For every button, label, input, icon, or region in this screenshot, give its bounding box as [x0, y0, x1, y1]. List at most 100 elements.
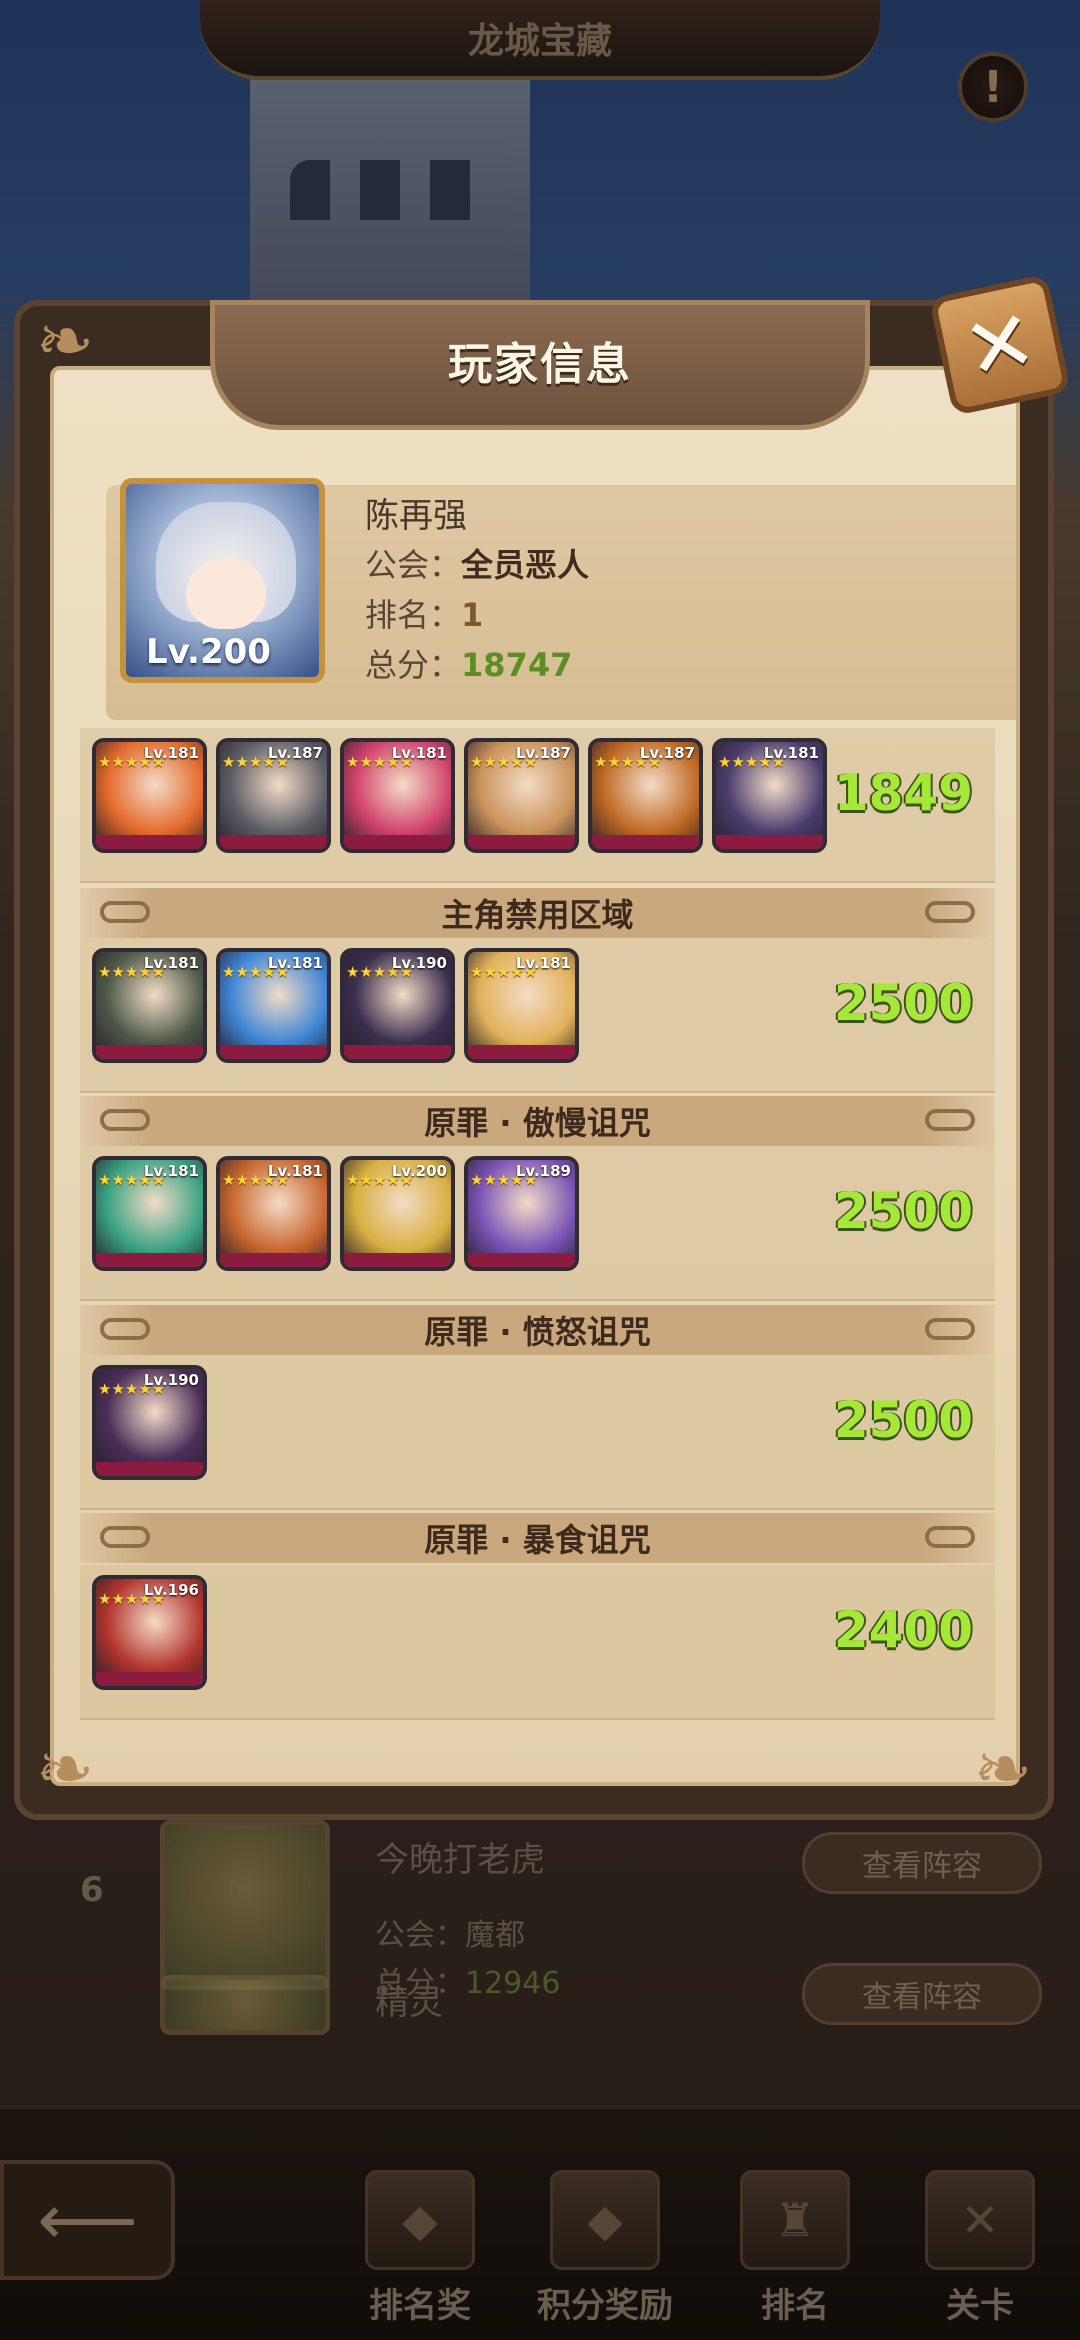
- hero-level: Lv.181: [143, 1162, 199, 1180]
- chain-link-icon: [100, 901, 150, 923]
- hero-level: Lv.181: [267, 1162, 323, 1180]
- section-banner: 原罪 · 暴食诅咒: [80, 1513, 995, 1563]
- player-name: 陈再强: [365, 496, 467, 536]
- star-rating-icon: ★★★★★: [222, 964, 289, 980]
- hero-card[interactable]: ★★★★★Lv.181: [216, 948, 331, 1063]
- rank-line: 排名：1: [365, 596, 484, 634]
- section-title: 原罪 · 傲慢诅咒: [424, 1104, 651, 1142]
- section-score: 1849: [833, 764, 973, 822]
- hero-level: Lv.187: [639, 744, 695, 762]
- star-rating-icon: ★★★★★: [98, 1381, 165, 1397]
- star-rating-icon: ★★★★★: [346, 1172, 413, 1188]
- hero-level: Lv.181: [515, 954, 571, 972]
- hero-level: Lv.196: [143, 1581, 199, 1599]
- hero-level: Lv.181: [267, 954, 323, 972]
- section-score: 2400: [833, 1601, 973, 1659]
- section-banner: 原罪 · 傲慢诅咒: [80, 1096, 995, 1146]
- star-rating-icon: ★★★★★: [594, 754, 661, 770]
- hero-frame-rim: [220, 1253, 327, 1267]
- section-banner: 原罪 · 愤怒诅咒: [80, 1305, 995, 1355]
- section-lineup-row: ★★★★★Lv.196 2400: [80, 1565, 995, 1720]
- hero-card[interactable]: ★★★★★Lv.181: [92, 738, 207, 853]
- corner-ornament-icon: ❧: [35, 1728, 95, 1810]
- close-x-icon[interactable]: ✕: [928, 273, 1072, 417]
- guild-line: 公会：全员恶人: [365, 546, 590, 584]
- hero-card[interactable]: ★★★★★Lv.190: [340, 948, 455, 1063]
- hero-card[interactable]: ★★★★★Lv.187: [464, 738, 579, 853]
- hero-frame-rim: [344, 1253, 451, 1267]
- chain-link-icon: [100, 1526, 150, 1548]
- corner-ornament-icon: ❧: [35, 300, 95, 382]
- hero-frame-rim: [220, 1045, 327, 1059]
- section-score: 2500: [833, 974, 973, 1032]
- hero-card[interactable]: ★★★★★Lv.196: [92, 1575, 207, 1690]
- hero-level: Lv.190: [143, 1371, 199, 1389]
- star-rating-icon: ★★★★★: [98, 754, 165, 770]
- star-rating-icon: ★★★★★: [470, 1172, 537, 1188]
- hero-frame-rim: [592, 835, 699, 849]
- section-lineup-row: ★★★★★Lv.181★★★★★Lv.187★★★★★Lv.181★★★★★Lv…: [80, 728, 995, 883]
- hero-frame-rim: [468, 835, 575, 849]
- hero-level: Lv.187: [267, 744, 323, 762]
- hero-frame-rim: [96, 835, 203, 849]
- chain-link-icon: [925, 1526, 975, 1548]
- star-rating-icon: ★★★★★: [98, 1591, 165, 1607]
- hero-card[interactable]: ★★★★★Lv.181: [92, 1156, 207, 1271]
- star-rating-icon: ★★★★★: [346, 754, 413, 770]
- hero-frame-rim: [468, 1253, 575, 1267]
- hero-frame-rim: [96, 1045, 203, 1059]
- star-rating-icon: ★★★★★: [222, 1172, 289, 1188]
- hero-card[interactable]: ★★★★★Lv.187: [588, 738, 703, 853]
- section-score: 2500: [833, 1182, 973, 1240]
- modal-header: 玩家信息: [210, 300, 870, 430]
- hero-card[interactable]: ★★★★★Lv.181: [216, 1156, 331, 1271]
- chain-link-icon: [100, 1318, 150, 1340]
- hero-frame-rim: [344, 835, 451, 849]
- section-lineup-row: ★★★★★Lv.181★★★★★Lv.181★★★★★Lv.190★★★★★Lv…: [80, 938, 995, 1093]
- hero-level: Lv.189: [515, 1162, 571, 1180]
- hero-card[interactable]: ★★★★★Lv.181: [464, 948, 579, 1063]
- section-banner: 主角禁用区域: [80, 888, 995, 938]
- chain-link-icon: [100, 1109, 150, 1131]
- chain-link-icon: [925, 1109, 975, 1131]
- section-title: 原罪 · 暴食诅咒: [424, 1521, 651, 1559]
- section-lineup-row: ★★★★★Lv.181★★★★★Lv.181★★★★★Lv.200★★★★★Lv…: [80, 1146, 995, 1301]
- hero-level: Lv.181: [143, 954, 199, 972]
- chain-link-icon: [925, 901, 975, 923]
- section-title: 原罪 · 愤怒诅咒: [424, 1313, 651, 1351]
- star-rating-icon: ★★★★★: [98, 964, 165, 980]
- hero-card[interactable]: ★★★★★Lv.200: [340, 1156, 455, 1271]
- hero-frame-rim: [220, 835, 327, 849]
- star-rating-icon: ★★★★★: [470, 964, 537, 980]
- chain-link-icon: [925, 1318, 975, 1340]
- section-lineup-row: ★★★★★Lv.190 2500: [80, 1355, 995, 1510]
- hero-frame-rim: [716, 835, 823, 849]
- star-rating-icon: ★★★★★: [718, 754, 785, 770]
- player-level: Lv.200: [146, 632, 271, 672]
- hero-frame-rim: [96, 1672, 203, 1686]
- corner-ornament-icon: ❧: [973, 1728, 1033, 1810]
- hero-card[interactable]: ★★★★★Lv.181: [712, 738, 827, 853]
- hero-frame-rim: [96, 1253, 203, 1267]
- hero-level: Lv.187: [515, 744, 571, 762]
- hero-level: Lv.181: [391, 744, 447, 762]
- hero-card[interactable]: ★★★★★Lv.181: [340, 738, 455, 853]
- hero-frame-rim: [96, 1462, 203, 1476]
- hero-card[interactable]: ★★★★★Lv.181: [92, 948, 207, 1063]
- hero-card[interactable]: ★★★★★Lv.190: [92, 1365, 207, 1480]
- score-line: 总分：18747: [365, 646, 573, 684]
- hero-card[interactable]: ★★★★★Lv.189: [464, 1156, 579, 1271]
- section-title: 主角禁用区域: [441, 896, 634, 934]
- section-score: 2500: [833, 1391, 973, 1449]
- star-rating-icon: ★★★★★: [98, 1172, 165, 1188]
- hero-frame-rim: [468, 1045, 575, 1059]
- hero-level: Lv.190: [391, 954, 447, 972]
- hero-frame-rim: [344, 1045, 451, 1059]
- modal-title: 玩家信息: [448, 339, 632, 390]
- star-rating-icon: ★★★★★: [222, 754, 289, 770]
- star-rating-icon: ★★★★★: [470, 754, 537, 770]
- hero-level: Lv.200: [391, 1162, 447, 1180]
- hero-level: Lv.181: [143, 744, 199, 762]
- hero-card[interactable]: ★★★★★Lv.187: [216, 738, 331, 853]
- player-avatar[interactable]: Lv.200: [120, 478, 325, 683]
